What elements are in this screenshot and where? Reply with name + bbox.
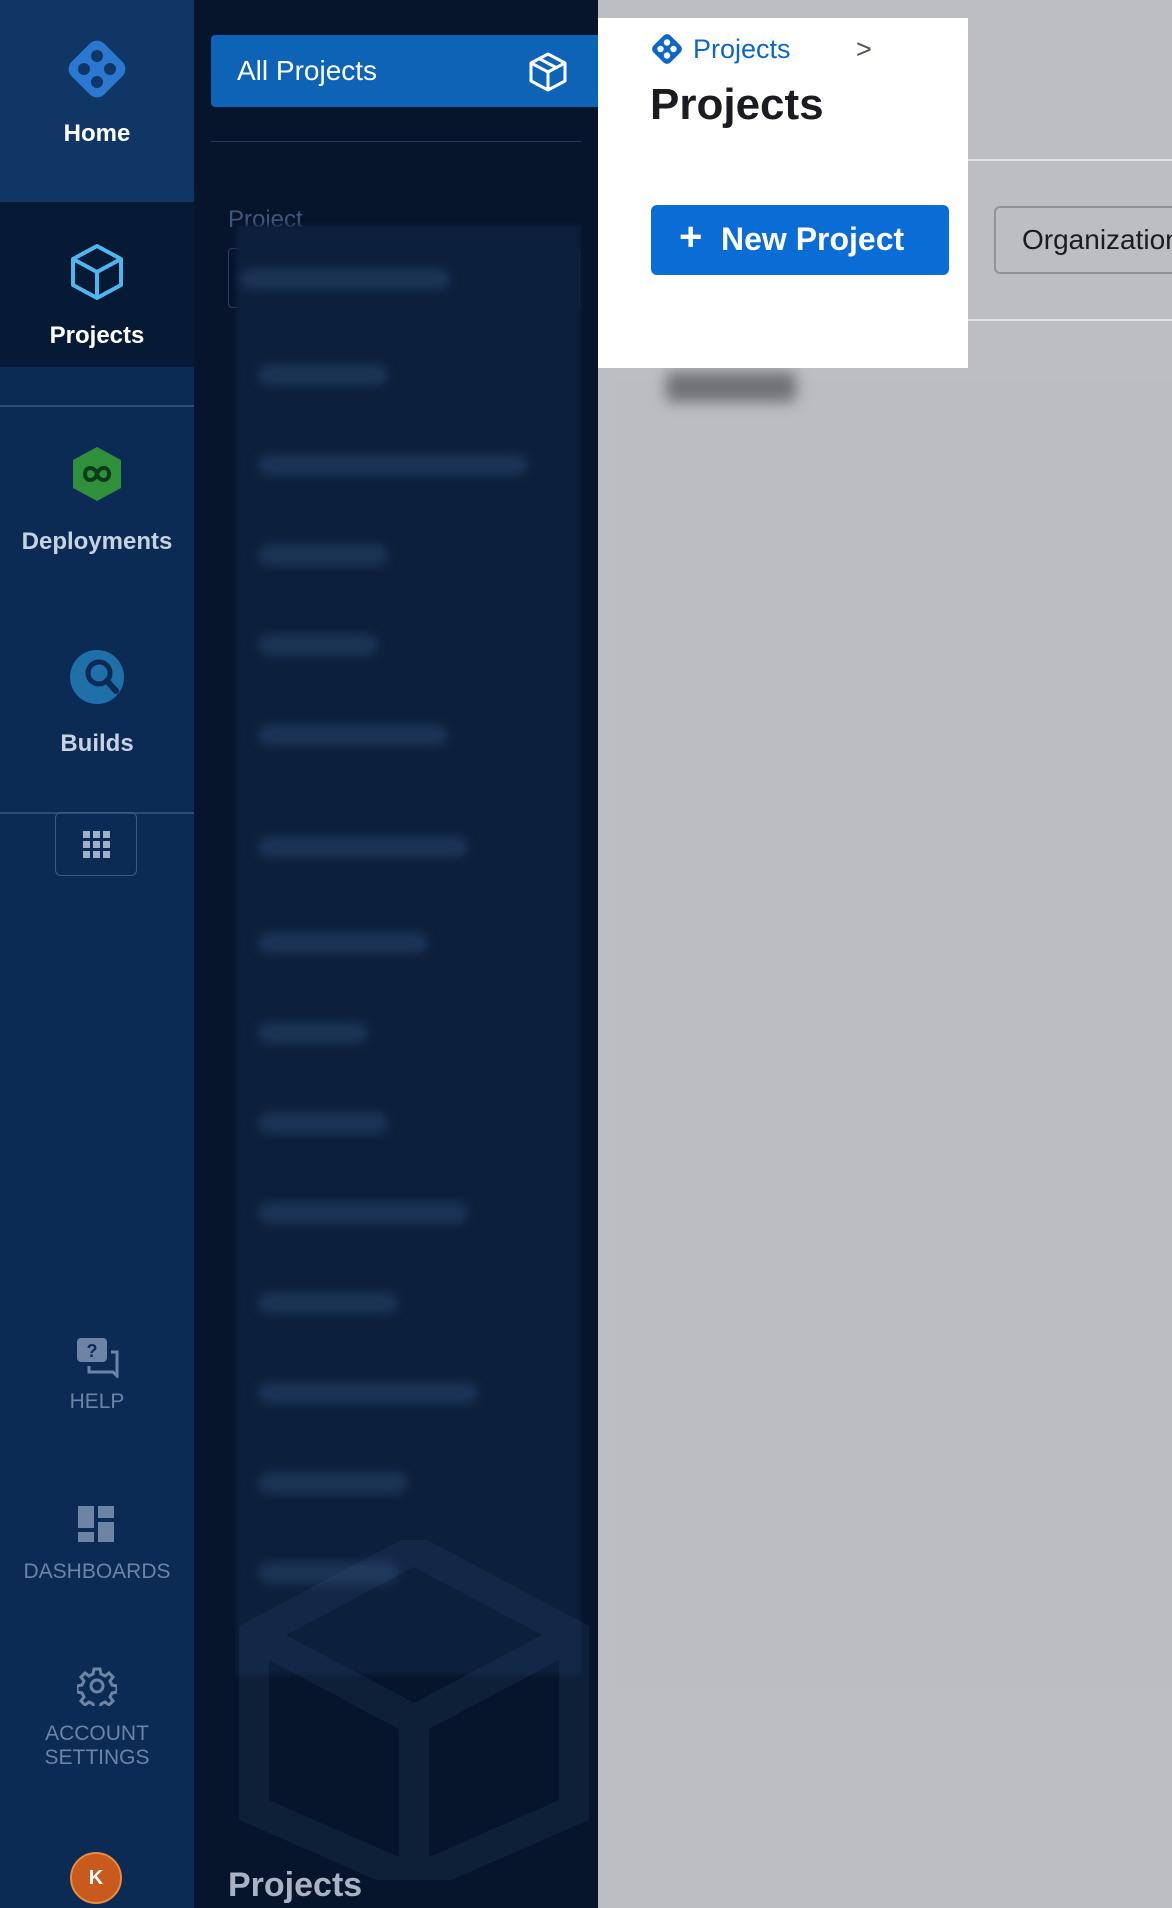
organization-label: Organization (1022, 224, 1172, 255)
nav-builds-label: Builds (60, 730, 134, 757)
blurred-total-count (666, 372, 796, 402)
gear-icon (0, 1666, 194, 1712)
background-cube-illustration (239, 1540, 589, 1880)
blurred-item (240, 268, 450, 290)
harness-logo-icon (64, 36, 130, 107)
cube-icon (527, 51, 569, 100)
infinity-icon (68, 444, 126, 509)
content-area (615, 380, 1172, 1690)
help-chat-icon: ? (0, 1336, 194, 1384)
nav-projects[interactable]: Projects (0, 202, 194, 367)
cube-icon (68, 242, 126, 307)
breadcrumb-projects-link[interactable]: Projects (693, 34, 791, 65)
new-project-button[interactable]: + New Project (651, 205, 949, 275)
nav-help-label: HELP (69, 1390, 125, 1413)
project-drawer: All Projects Project Projects (194, 0, 598, 1908)
dashboard-icon (0, 1506, 194, 1550)
nav-account-label-line1: ACCOUNT (45, 1722, 149, 1745)
drawer-divider (211, 141, 581, 142)
blurred-item[interactable] (258, 1112, 388, 1134)
blurred-item[interactable] (258, 724, 448, 746)
nav-home-label: Home (63, 120, 131, 147)
svg-text:?: ? (87, 1341, 98, 1361)
blurred-item[interactable] (258, 1382, 478, 1404)
left-nav-rail: Home Projects Deployments Builds ? HELP … (0, 0, 194, 1908)
nav-builds[interactable]: Builds (0, 608, 194, 768)
chevron-right-icon: > (856, 34, 872, 64)
nav-account-label-line2: SETTINGS (44, 1746, 150, 1769)
nav-account-settings[interactable]: ACCOUNT SETTINGS (0, 1666, 194, 1770)
new-project-label: New Project (721, 221, 905, 257)
blurred-item[interactable] (258, 454, 528, 476)
nav-dashboards-label: DASHBOARDS (23, 1560, 171, 1583)
page-header: Projects > Projects (598, 18, 968, 368)
harness-logo-icon (650, 32, 684, 73)
nav-deployments[interactable]: Deployments (0, 406, 194, 566)
nav-help[interactable]: ? HELP (0, 1336, 194, 1414)
blurred-item[interactable] (258, 1292, 398, 1314)
drawer-footer-title: Projects (228, 1866, 363, 1904)
all-projects-label: All Projects (237, 55, 378, 86)
magnifier-icon (68, 648, 126, 711)
blurred-item[interactable] (258, 364, 388, 386)
grid-icon (83, 831, 111, 864)
all-projects-button[interactable]: All Projects (211, 35, 598, 107)
nav-deployments-label: Deployments (21, 528, 173, 555)
nav-dashboards[interactable]: DASHBOARDS (0, 1506, 194, 1584)
plus-icon: + (679, 215, 703, 259)
blurred-item[interactable] (258, 1202, 468, 1224)
page-title: Projects (650, 80, 824, 129)
nav-home[interactable]: Home (0, 0, 194, 202)
blurred-item[interactable] (258, 634, 378, 656)
blurred-item[interactable] (258, 544, 388, 566)
blurred-item[interactable] (258, 1472, 408, 1494)
user-avatar[interactable]: K (70, 1852, 122, 1904)
blurred-item[interactable] (258, 1022, 368, 1044)
nav-projects-label: Projects (49, 322, 145, 349)
apps-menu-button[interactable] (55, 812, 137, 876)
blurred-item[interactable] (258, 932, 428, 954)
blurred-item[interactable] (258, 836, 468, 858)
organization-filter-button[interactable]: Organization (994, 206, 1172, 274)
